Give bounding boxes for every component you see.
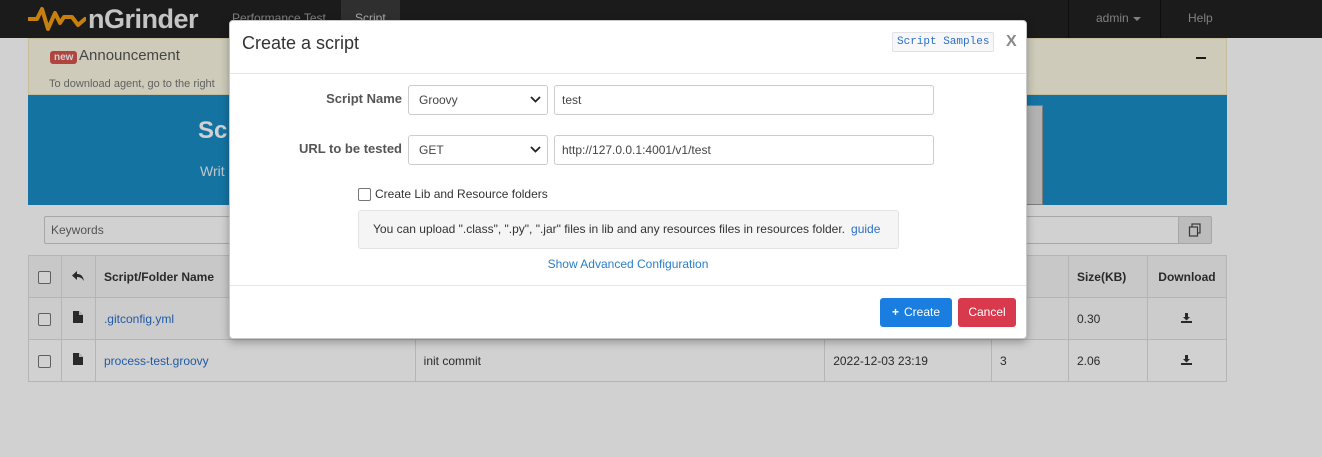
url-label: URL to be tested [298, 141, 402, 156]
create-script-modal: Create a script Script Samples X Script … [229, 20, 1027, 339]
http-method-value: GET [419, 143, 444, 157]
modal-header: Create a script Script Samples X [230, 21, 1026, 74]
plus-icon: + [891, 305, 899, 319]
script-samples-button[interactable]: Script Samples [892, 32, 995, 52]
script-type-value: Groovy [419, 93, 458, 107]
close-button[interactable]: X [1006, 33, 1017, 51]
script-name-input[interactable] [554, 85, 934, 115]
upload-info-text: You can upload ".class", ".py", ".jar" f… [373, 222, 846, 236]
upload-info-box: You can upload ".class", ".py", ".jar" f… [358, 210, 899, 249]
http-method-select[interactable]: GET [408, 135, 548, 165]
lib-resource-label: Create Lib and Resource folders [375, 187, 548, 201]
lib-resource-option[interactable]: Create Lib and Resource folders [358, 187, 548, 201]
modal-title: Create a script [242, 33, 360, 53]
guide-link[interactable]: guide [851, 222, 880, 236]
advanced-config-link: Show Advanced Configuration [230, 257, 1026, 271]
modal-footer-divider [230, 285, 1026, 286]
cancel-button[interactable]: Cancel [958, 298, 1016, 327]
advanced-config-label[interactable]: Show Advanced Configuration [548, 257, 709, 271]
lib-resource-checkbox[interactable] [358, 187, 371, 201]
chevron-down-icon [530, 96, 541, 103]
create-button-label: Create [903, 305, 941, 319]
create-button[interactable]: + Create [880, 298, 952, 327]
chevron-down-icon [530, 146, 541, 153]
script-name-label: Script Name [326, 91, 402, 106]
url-input[interactable] [554, 135, 934, 165]
script-type-select[interactable]: Groovy [408, 85, 548, 115]
